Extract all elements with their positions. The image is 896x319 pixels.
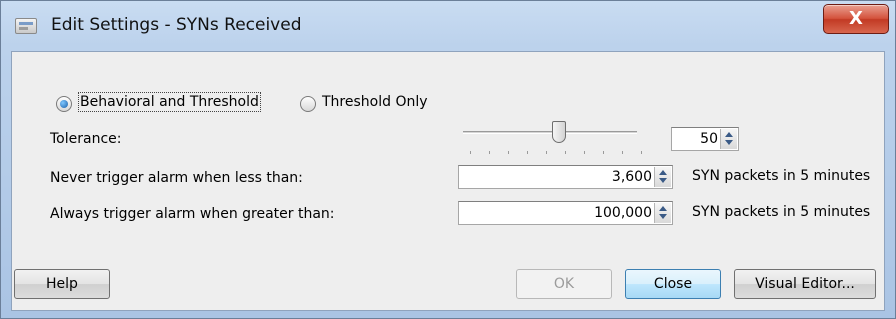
- always-trigger-spinner[interactable]: 100,000: [458, 201, 673, 225]
- title-bar[interactable]: Edit Settings - SYNs Received X: [1, 1, 895, 51]
- spin-up-icon[interactable]: [725, 132, 733, 137]
- settings-window-icon: [15, 18, 37, 34]
- close-window-button[interactable]: X: [823, 4, 889, 34]
- never-trigger-unit: SYN packets in 5 minutes: [692, 168, 871, 184]
- always-trigger-label: Always trigger alarm when greater than:: [50, 206, 335, 222]
- threshold-only-label[interactable]: Threshold Only: [322, 94, 428, 110]
- threshold-only-radio[interactable]: [300, 96, 316, 112]
- slider-tick: [489, 151, 490, 154]
- never-trigger-value[interactable]: 3,600: [612, 169, 652, 185]
- slider-tick: [508, 151, 509, 154]
- tolerance-spinner[interactable]: 50: [671, 127, 739, 151]
- slider-tick: [641, 151, 642, 154]
- dialog-window: Edit Settings - SYNs Received X Behavior…: [0, 0, 896, 319]
- tolerance-slider-thumb[interactable]: [552, 121, 566, 143]
- tolerance-value[interactable]: 50: [700, 131, 718, 147]
- spin-down-icon[interactable]: [659, 214, 667, 219]
- always-trigger-unit: SYN packets in 5 minutes: [692, 204, 871, 220]
- spinner-buttons[interactable]: [654, 203, 671, 223]
- slider-tick: [603, 151, 604, 154]
- spin-down-icon[interactable]: [659, 178, 667, 183]
- slider-tick: [470, 151, 471, 154]
- ok-button[interactable]: OK: [516, 269, 612, 299]
- never-trigger-spinner[interactable]: 3,600: [458, 165, 673, 189]
- never-trigger-label: Never trigger alarm when less than:: [50, 170, 303, 186]
- always-trigger-value[interactable]: 100,000: [594, 205, 652, 221]
- spin-down-icon[interactable]: [725, 140, 733, 145]
- help-button[interactable]: Help: [14, 269, 110, 299]
- slider-tick: [584, 151, 585, 154]
- behavioral-threshold-label[interactable]: Behavioral and Threshold: [78, 92, 261, 112]
- close-button[interactable]: Close: [625, 269, 721, 299]
- slider-tick: [565, 151, 566, 154]
- spin-up-icon[interactable]: [659, 170, 667, 175]
- slider-tick: [527, 151, 528, 154]
- behavioral-threshold-radio[interactable]: [56, 96, 72, 112]
- slider-tick: [622, 151, 623, 154]
- spin-up-icon[interactable]: [659, 206, 667, 211]
- visual-editor-button[interactable]: Visual Editor...: [734, 269, 876, 299]
- dialog-content: Behavioral and Threshold Threshold Only …: [11, 51, 885, 311]
- slider-tick: [546, 151, 547, 154]
- tolerance-slider-track[interactable]: [463, 131, 637, 134]
- spinner-buttons[interactable]: [654, 167, 671, 187]
- tolerance-label: Tolerance:: [50, 131, 122, 147]
- window-title: Edit Settings - SYNs Received: [51, 15, 302, 35]
- spinner-buttons[interactable]: [720, 129, 737, 149]
